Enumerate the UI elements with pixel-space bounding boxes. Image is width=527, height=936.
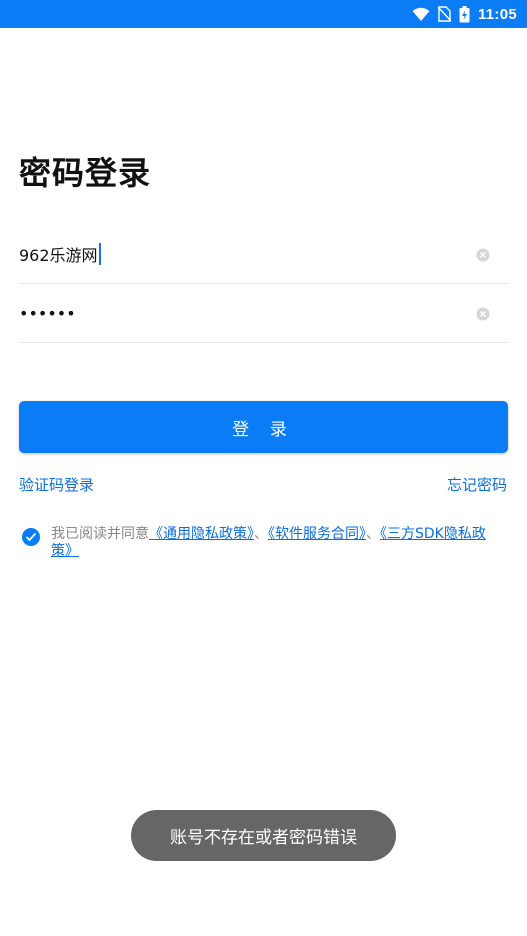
login-button[interactable]: 登 录 xyxy=(19,401,508,453)
no-sim-icon xyxy=(437,6,451,22)
clear-password-icon[interactable] xyxy=(476,306,490,321)
general-privacy-policy-link[interactable]: 《通用隐私政策》 xyxy=(149,526,254,542)
wifi-icon xyxy=(412,7,430,22)
account-field[interactable]: 962乐游网 xyxy=(19,225,508,284)
agreement-text: 我已阅读并同意《通用隐私政策》、《软件服务合同》、《三方SDK隐私政策》 xyxy=(51,526,492,560)
text-cursor xyxy=(98,243,101,265)
agreement-row: 我已阅读并同意《通用隐私政策》、《软件服务合同》、《三方SDK隐私政策》 xyxy=(22,526,492,560)
status-bar: 11:05 xyxy=(0,0,527,28)
account-value: 962乐游网 xyxy=(19,246,98,265)
password-input[interactable]: •••••• xyxy=(19,304,76,323)
account-input[interactable]: 962乐游网 xyxy=(19,242,101,266)
agreement-checkbox[interactable] xyxy=(22,528,40,546)
sms-login-link[interactable]: 验证码登录 xyxy=(19,474,94,495)
forgot-password-link[interactable]: 忘记密码 xyxy=(447,474,507,495)
software-service-contract-link[interactable]: 《软件服务合同》 xyxy=(268,526,366,542)
error-toast: 账号不存在或者密码错误 xyxy=(131,810,396,861)
clear-account-icon[interactable] xyxy=(476,247,490,262)
password-field[interactable]: •••••• xyxy=(19,284,508,343)
agreement-separator: 、 xyxy=(366,526,380,542)
agreement-prefix: 我已阅读并同意 xyxy=(51,526,149,542)
status-time: 11:05 xyxy=(477,5,517,23)
agreement-separator: 、 xyxy=(254,526,268,542)
battery-charging-icon xyxy=(459,5,470,23)
page-title: 密码登录 xyxy=(19,154,152,192)
